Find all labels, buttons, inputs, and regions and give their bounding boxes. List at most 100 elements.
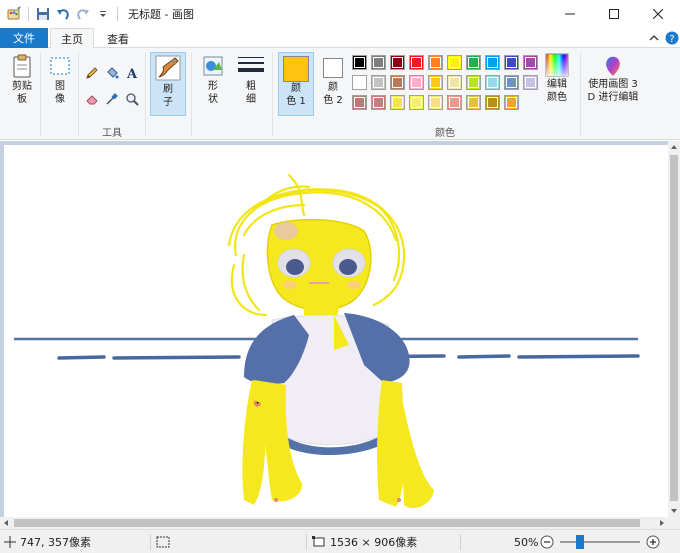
vertical-scroll-thumb[interactable] [670,155,678,501]
tab-view[interactable]: 查看 [98,28,138,49]
status-divider [150,534,151,550]
zoom-out-button[interactable] [540,530,554,553]
palette-color-swatch[interactable] [447,95,462,110]
color1-label-2: 色 1 [286,96,306,107]
color2-button[interactable]: 颜 色 2 [318,52,348,116]
color1-label-1: 颜 [291,83,301,94]
palette-color-swatch[interactable] [409,75,424,90]
palette-color-swatch[interactable] [428,75,443,90]
palette-color-swatch[interactable] [485,55,500,70]
zoom-slider[interactable] [560,530,640,553]
clipboard-label-1: 剪贴 [12,81,32,92]
tab-file[interactable]: 文件 [0,28,48,48]
maximize-button[interactable] [592,0,636,28]
edit-colors-button[interactable]: 编辑 颜色 [542,52,572,104]
zoom-level: 50% [514,530,538,553]
palette-color-swatch[interactable] [428,55,443,70]
collapse-ribbon-icon[interactable] [646,30,662,46]
scroll-right-icon[interactable] [656,517,668,529]
fill-icon[interactable] [103,64,121,82]
color1-swatch [283,56,309,82]
color1-button[interactable]: 颜 色 1 [278,52,314,116]
zoom-out-icon[interactable] [540,535,554,549]
shapes-button[interactable]: 形 状 [196,52,230,106]
edit-with-paint3d-button[interactable]: 使用画图 3 D 进行编辑 [584,52,642,104]
palette-color-swatch[interactable] [371,55,386,70]
shapes-label-2: 状 [208,94,218,105]
color-palette [352,55,542,115]
brush-icon [155,55,181,81]
zoom-slider-thumb[interactable] [576,535,584,549]
tab-home[interactable]: 主页 [50,28,94,49]
palette-color-swatch[interactable] [466,75,481,90]
scroll-corner [668,517,680,529]
palette-color-swatch[interactable] [428,95,443,110]
scroll-down-icon[interactable] [668,505,680,517]
canvas-workspace[interactable] [0,141,668,517]
window-title: 无标题 - 画图 [128,8,194,21]
palette-color-swatch[interactable] [466,55,481,70]
vertical-scrollbar[interactable] [668,141,680,517]
redo-icon[interactable] [73,4,93,24]
cursor-position: 747, 357像素 [4,530,91,553]
selection-size [156,530,170,553]
palette-color-swatch[interactable] [523,75,538,90]
palette-color-swatch[interactable] [447,75,462,90]
help-icon[interactable]: ? [664,30,680,46]
qa-separator [28,7,29,21]
palette-color-swatch[interactable] [371,95,386,110]
paint-app-icon[interactable] [4,4,24,24]
shapes-label-1: 形 [208,81,218,92]
palette-color-swatch[interactable] [409,95,424,110]
window-controls [548,0,680,28]
paint3d-label-1: 使用画图 3 [588,79,638,90]
palette-color-swatch[interactable] [485,75,500,90]
scroll-left-icon[interactable] [0,517,12,529]
paint3d-label-2: D 进行编辑 [587,92,639,103]
image-size-text: 1536 × 906像素 [330,536,418,549]
image-button[interactable]: 图 像 [44,52,76,106]
palette-color-swatch[interactable] [352,95,367,110]
save-icon[interactable] [33,4,53,24]
eraser-icon[interactable] [83,90,101,108]
palette-color-swatch[interactable] [447,55,462,70]
palette-color-swatch[interactable] [390,55,405,70]
zoom-in-button[interactable] [646,530,660,553]
group-separator [191,52,192,136]
palette-color-swatch[interactable] [390,95,405,110]
palette-color-swatch[interactable] [523,55,538,70]
clipboard-button[interactable]: 剪贴 板 [6,52,38,106]
image-size: 1536 × 906像素 [312,530,417,553]
brush-button[interactable]: 刷 子 [150,52,186,116]
group-separator [145,52,146,136]
cursor-position-text: 747, 357像素 [20,536,91,549]
horizontal-scrollbar[interactable] [0,517,668,529]
palette-color-swatch[interactable] [485,95,500,110]
scroll-up-icon[interactable] [668,141,680,153]
palette-color-swatch[interactable] [409,55,424,70]
palette-color-swatch[interactable] [504,55,519,70]
palette-color-swatch[interactable] [466,95,481,110]
image-label-1: 图 [55,81,65,92]
drawing-canvas[interactable] [4,145,668,517]
horizontal-scroll-thumb[interactable] [14,519,640,527]
palette-color-swatch[interactable] [390,75,405,90]
palette-color-swatch[interactable] [371,75,386,90]
magnifier-icon[interactable] [123,90,141,108]
palette-color-swatch[interactable] [504,95,519,110]
color-picker-icon[interactable] [103,90,121,108]
palette-color-swatch[interactable] [352,55,367,70]
customize-qa-icon[interactable] [93,4,113,24]
pencil-icon[interactable] [83,64,101,82]
palette-color-swatch[interactable] [352,75,367,90]
zoom-in-icon[interactable] [646,535,660,549]
text-icon[interactable]: A [123,64,141,82]
palette-color-swatch[interactable] [504,75,519,90]
close-button[interactable] [636,0,680,28]
zoom-level-text: 50% [514,535,539,549]
select-icon [50,57,70,75]
size-button[interactable]: 粗 细 [234,52,268,106]
image-size-icon [312,536,325,547]
minimize-button[interactable] [548,0,592,28]
undo-icon[interactable] [53,4,73,24]
